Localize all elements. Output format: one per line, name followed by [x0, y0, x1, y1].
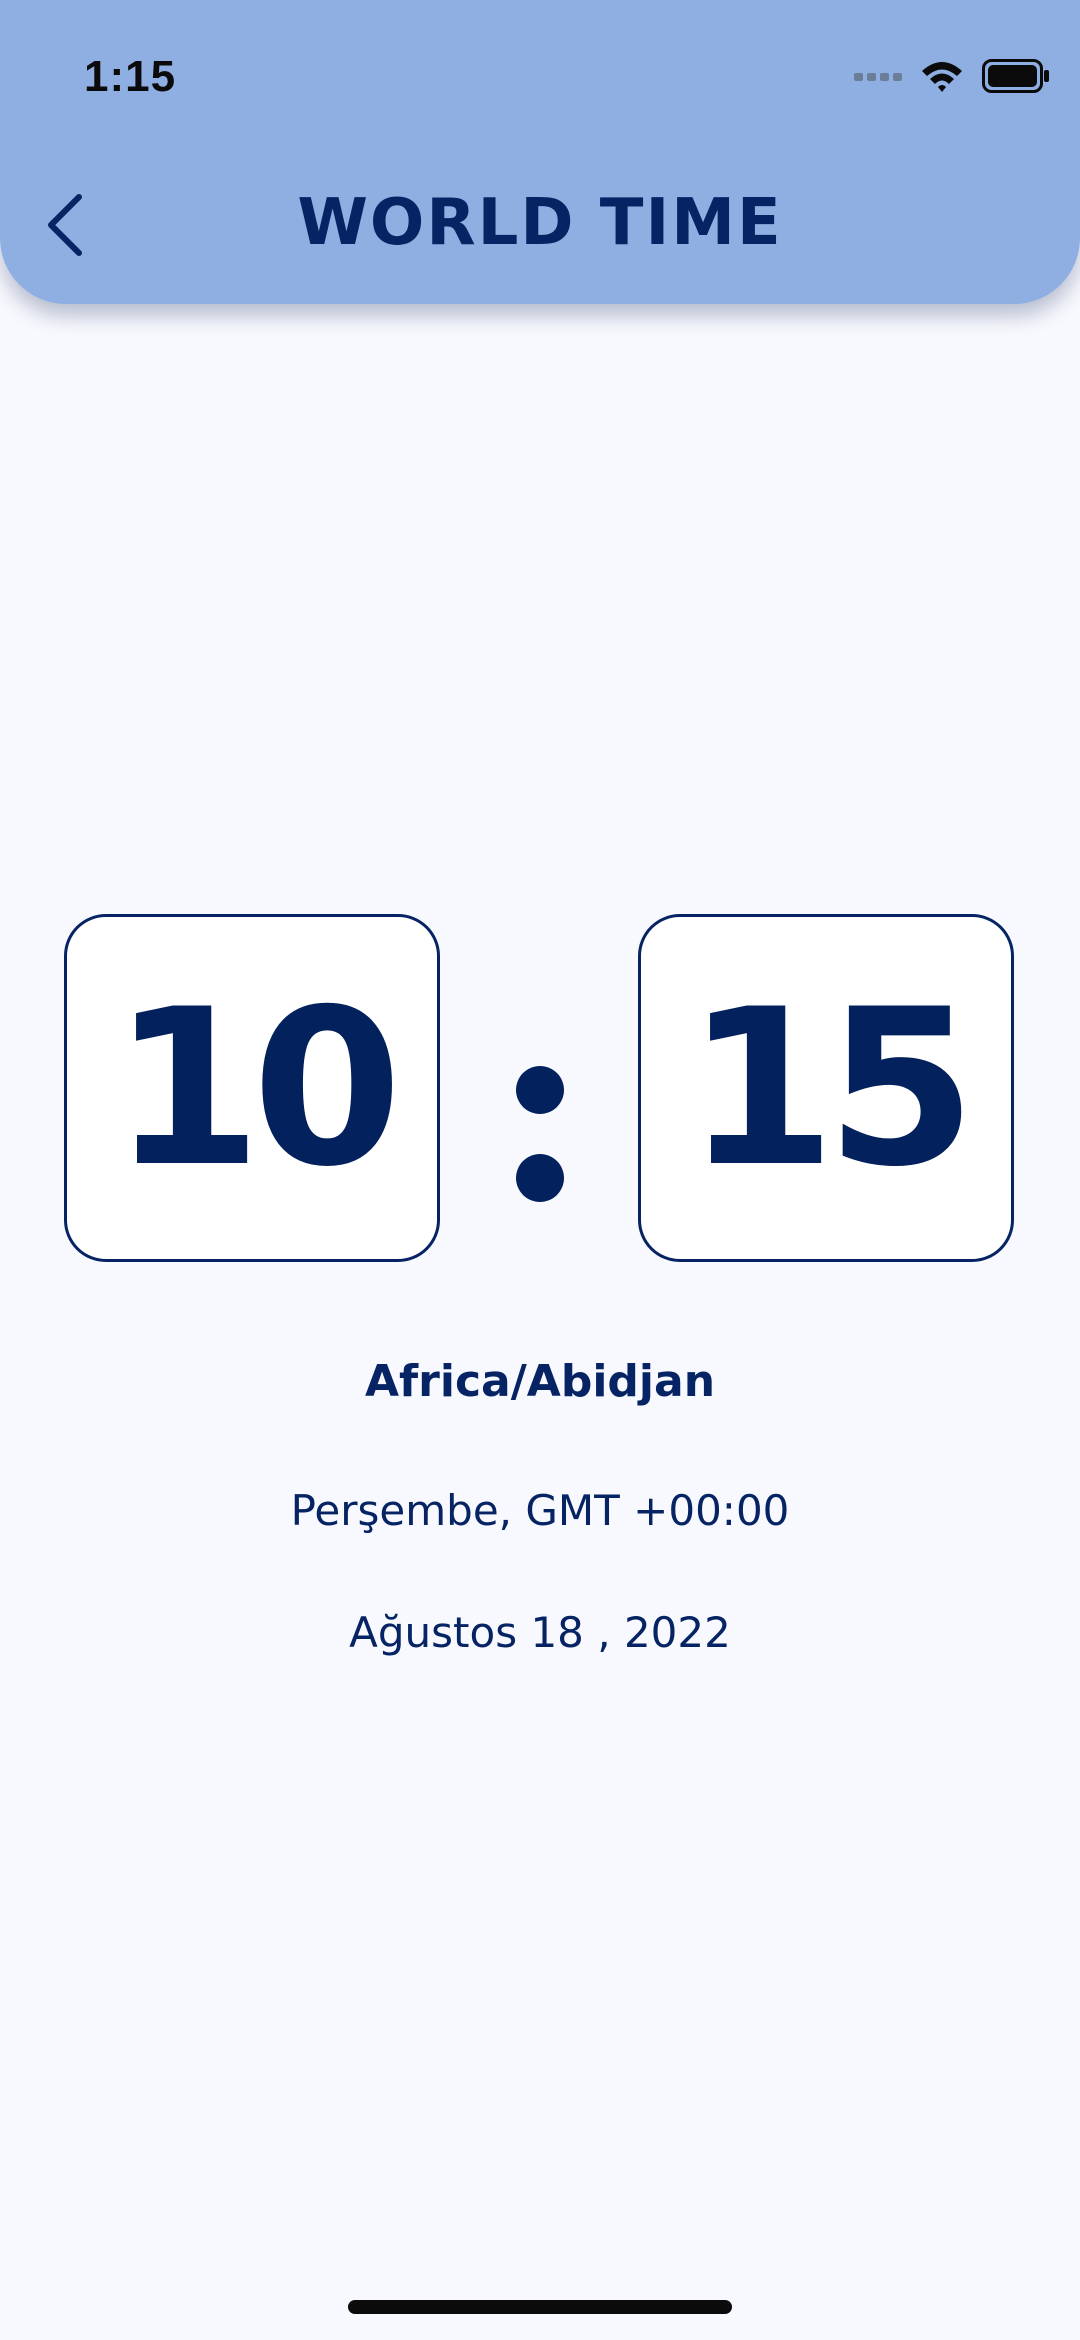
- battery-icon: [982, 59, 1050, 97]
- separator-dot-top: [516, 1066, 564, 1114]
- time-separator: [510, 1060, 570, 1210]
- page-title: WORLD TIME: [297, 186, 783, 260]
- wifi-icon: [920, 59, 964, 97]
- status-bar-icons: [854, 58, 1050, 98]
- timezone-name: Africa/Abidjan: [364, 1356, 716, 1407]
- day-and-gmt-offset: Perşembe, GMT +00:00: [290, 1486, 790, 1535]
- signal-icon: [854, 69, 902, 88]
- app-header: 1:15 WORLD TIME: [0, 0, 1080, 304]
- minutes-display: 15: [638, 914, 1014, 1262]
- separator-dot-bottom: [516, 1154, 564, 1202]
- status-bar-time: 1:15: [84, 52, 177, 101]
- home-indicator[interactable]: [348, 2300, 732, 2314]
- current-date: Ağustos 18 , 2022: [349, 1608, 731, 1657]
- hours-display: 10: [64, 914, 440, 1262]
